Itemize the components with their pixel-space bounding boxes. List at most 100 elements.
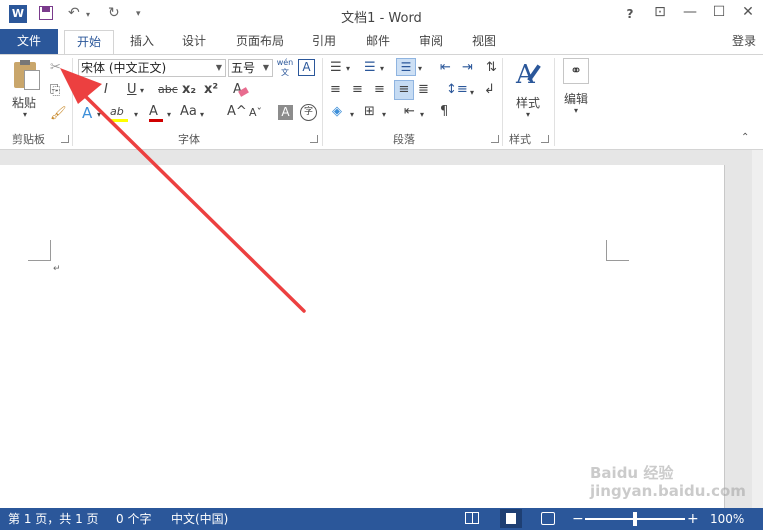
ribbon-display-options-button[interactable]: ⊡ (648, 4, 672, 20)
font-name-value: 宋体 (中文正文) (81, 61, 167, 75)
tab-home[interactable]: 开始 (64, 30, 114, 55)
decrease-indent-icon[interactable]: ⇤ (440, 60, 451, 75)
multilevel-list-icon[interactable]: ☰ (396, 58, 416, 76)
tab-review[interactable]: 审阅 (413, 29, 449, 54)
character-shading-button[interactable]: A (278, 105, 293, 120)
word-count-status[interactable]: 0 个字 (116, 508, 151, 530)
paragraph-dialog-launcher[interactable] (491, 135, 499, 143)
justify-icon[interactable]: ≡ (394, 80, 414, 100)
align-left-icon[interactable]: ≡ (330, 82, 341, 97)
font-size-combo[interactable]: 五号 ▼ (228, 59, 273, 77)
text-effects-button[interactable]: A (82, 104, 92, 122)
editing-button[interactable]: ⚭ 编辑 ▾ (560, 58, 594, 124)
change-case-button[interactable]: Aa (180, 104, 197, 119)
print-layout-icon[interactable] (500, 509, 522, 528)
maximize-button[interactable]: ☐ (707, 4, 731, 20)
tab-design[interactable]: 设计 (176, 29, 212, 54)
strikethrough-button[interactable]: abc (158, 83, 178, 96)
highlight-dropdown-icon[interactable]: ▾ (134, 110, 138, 119)
minimize-button[interactable]: — (678, 4, 702, 20)
sign-in-link[interactable]: 登录 (732, 29, 756, 54)
zoom-in-button[interactable]: + (687, 508, 699, 530)
font-dialog-launcher[interactable] (310, 135, 318, 143)
subscript-button[interactable]: x₂ (182, 82, 196, 97)
tab-insert[interactable]: 插入 (124, 29, 160, 54)
vertical-scrollbar[interactable] (752, 150, 763, 508)
web-layout-icon[interactable] (541, 512, 555, 525)
close-button[interactable]: ✕ (736, 4, 760, 20)
font-name-combo[interactable]: 宋体 (中文正文) ▼ (78, 59, 226, 77)
tab-view[interactable]: 视图 (466, 29, 502, 54)
tab-references[interactable]: 引用 (306, 29, 342, 54)
distributed-icon[interactable]: ≣ (418, 82, 429, 97)
line-spacing-icon[interactable]: ↕≡ (446, 82, 468, 97)
tab-mailings[interactable]: 邮件 (360, 29, 396, 54)
format-painter-icon[interactable]: 🖌 (50, 106, 67, 121)
cut-icon[interactable]: ✂ (50, 60, 61, 75)
paste-dropdown-icon: ▾ (23, 110, 28, 119)
group-separator (502, 58, 503, 146)
tab-page-layout[interactable]: 页面布局 (230, 29, 290, 54)
borders-icon[interactable]: ⊞ (364, 104, 375, 119)
text-effects-dropdown-icon[interactable]: ▾ (97, 110, 101, 119)
phonetic-guide-icon[interactable]: wén文 (276, 58, 294, 78)
read-mode-icon[interactable] (465, 512, 479, 524)
zoom-slider[interactable] (585, 512, 685, 526)
increase-indent-icon[interactable]: ⇥ (462, 60, 473, 75)
font-color-glyph: A (149, 104, 158, 119)
bullets-icon[interactable]: ☰ (330, 60, 342, 75)
copy-icon[interactable]: ⎘ (50, 83, 60, 98)
clear-formatting-icon[interactable]: A (233, 82, 249, 98)
font-color-button[interactable]: A (149, 104, 165, 122)
styles-button[interactable]: A 样式 ▾ (510, 58, 548, 124)
enclose-characters-button[interactable]: 字 (300, 104, 317, 121)
asian-layout-icon[interactable]: ⇤ (404, 104, 415, 119)
chevron-down-icon: ▼ (215, 63, 222, 72)
document-page[interactable]: ↵ (0, 165, 725, 508)
grow-font-button[interactable]: A^ (227, 104, 247, 119)
binoculars-icon: ⚭ (563, 58, 589, 84)
bold-button[interactable]: B (80, 82, 90, 97)
zoom-level[interactable]: 100% (710, 508, 744, 530)
superscript-button[interactable]: x² (204, 82, 218, 97)
numbering-dropdown-icon[interactable]: ▾ (380, 64, 384, 73)
character-border-icon[interactable]: A (298, 59, 315, 76)
collapse-ribbon-icon[interactable]: ⌃ (741, 132, 749, 143)
shading-dropdown-icon[interactable]: ▾ (350, 110, 354, 119)
underline-dropdown-icon[interactable]: ▾ (140, 86, 144, 95)
align-center-icon[interactable]: ≡ (352, 82, 363, 97)
asian-layout-dropdown-icon[interactable]: ▾ (420, 110, 424, 119)
underline-button[interactable]: U (127, 82, 137, 97)
shrink-font-button[interactable]: Aˇ (249, 106, 262, 119)
clipboard-group-label: 剪贴板 (12, 133, 45, 146)
sort-icon[interactable]: ↲ (484, 82, 495, 97)
chevron-down-icon: ▼ (262, 63, 269, 72)
group-separator (322, 58, 323, 146)
chinese-layout-icon[interactable]: ⇅ (486, 60, 497, 75)
shading-icon[interactable]: ◈ (332, 104, 342, 119)
paste-label: 粘贴 (12, 96, 37, 110)
change-case-dropdown-icon[interactable]: ▾ (200, 110, 204, 119)
help-button[interactable]: ? (618, 7, 642, 21)
bullets-dropdown-icon[interactable]: ▾ (346, 64, 350, 73)
styles-dialog-launcher[interactable] (541, 135, 549, 143)
page-count-status[interactable]: 第 1 页，共 1 页 (8, 508, 99, 530)
language-status[interactable]: 中文(中国) (171, 508, 228, 530)
tab-file[interactable]: 文件 (0, 29, 58, 54)
numbering-icon[interactable]: ☰ (364, 60, 376, 75)
align-right-icon[interactable]: ≡ (374, 82, 385, 97)
italic-button[interactable]: I (104, 82, 108, 97)
clipboard-dialog-launcher[interactable] (61, 135, 69, 143)
highlight-button[interactable]: ab (110, 104, 132, 122)
zoom-out-button[interactable]: − (572, 508, 584, 530)
borders-dropdown-icon[interactable]: ▾ (382, 110, 386, 119)
highlight-glyph: ab (110, 105, 124, 118)
font-color-dropdown-icon[interactable]: ▾ (167, 110, 171, 119)
styles-label: 样式 (516, 96, 541, 110)
title-bar: W ↶ ▾ ↻ ▾ 文档1 - Word ? ⊡ — ☐ ✕ (0, 0, 763, 29)
line-spacing-dropdown-icon[interactable]: ▾ (470, 88, 474, 97)
zoom-slider-thumb[interactable] (633, 512, 637, 526)
show-marks-icon[interactable]: ¶ (440, 104, 448, 119)
paste-button[interactable]: 粘贴 ▾ (8, 58, 44, 124)
multilevel-dropdown-icon[interactable]: ▾ (418, 64, 422, 73)
